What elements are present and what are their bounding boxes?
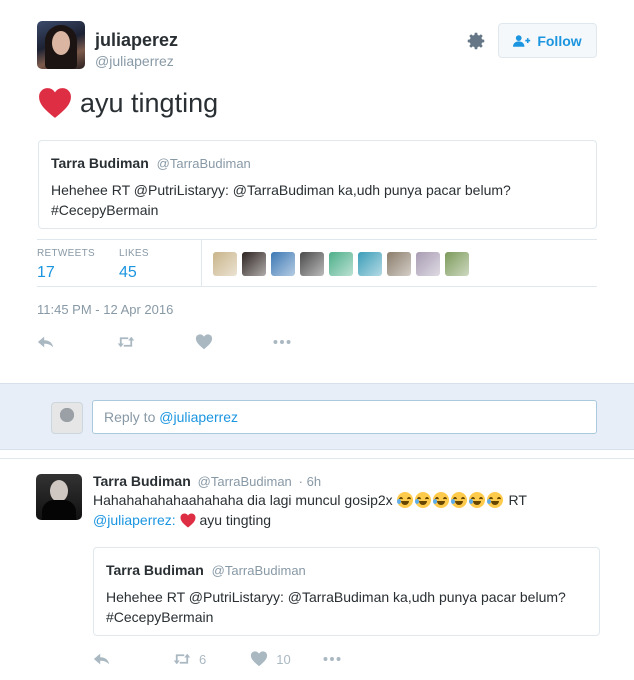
reply-text-start: Hahahahahahaahahaha dia lagi muncul gosi…: [93, 492, 393, 508]
likes-count: 45: [119, 264, 137, 281]
tweet-text: ayu tingting: [38, 87, 218, 119]
tweet-stats: RETWEETS 17 LIKES 45: [37, 239, 597, 287]
laughing-tears-emoji-icon: [396, 492, 413, 508]
reply-button[interactable]: [93, 650, 111, 668]
laughing-tears-emoji-icon: [432, 492, 449, 508]
tweet-actions: [37, 333, 291, 351]
more-button[interactable]: [323, 650, 341, 668]
heart-icon: [195, 334, 213, 350]
more-button[interactable]: [273, 333, 291, 351]
follow-label: Follow: [537, 32, 582, 49]
heart-emoji-icon: [39, 88, 71, 118]
reply-author-name[interactable]: Tarra Budiman: [93, 473, 191, 489]
liker-avatar[interactable]: [445, 252, 469, 276]
expanded-tweet: juliaperez @juliaperrez Follow ayu tingt…: [0, 0, 634, 383]
quoted-author-username: @TarraBudiman: [156, 156, 251, 171]
heart-emoji-icon: [180, 513, 196, 528]
quoted-author-name: Tarra Budiman: [106, 562, 204, 578]
retweet-icon: [173, 653, 191, 665]
current-user-avatar: [51, 402, 83, 434]
heart-icon: [251, 651, 268, 667]
more-dots-icon: [273, 340, 291, 344]
profile-fullname[interactable]: juliaperez: [95, 30, 178, 51]
quoted-author-username: @TarraBudiman: [211, 563, 306, 578]
reply-input[interactable]: Reply to @juliaperrez: [92, 400, 597, 434]
tweet-timestamp[interactable]: 11:45 PM - 12 Apr 2016: [37, 302, 173, 317]
reply-tweet-text: Hahahahahahaahahaha dia lagi muncul gosi…: [93, 490, 603, 530]
reply-icon: [37, 336, 54, 348]
retweets-label: RETWEETS: [37, 248, 95, 259]
reply-placeholder-mention: @juliaperrez: [159, 409, 239, 425]
laughing-tears-emoji-icon: [450, 492, 467, 508]
liker-avatar[interactable]: [213, 252, 237, 276]
liker-avatar[interactable]: [358, 252, 382, 276]
reply-tweet-time[interactable]: · 6h: [299, 474, 321, 489]
quoted-tweet[interactable]: Tarra Budiman @TarraBudiman Hehehee RT @…: [93, 547, 600, 636]
more-dots-icon: [323, 657, 341, 661]
laughing-tears-emoji-icon: [414, 492, 431, 508]
retweets-count: 17: [37, 264, 55, 281]
tweet-text-content: ayu tingting: [80, 87, 219, 118]
liker-avatar[interactable]: [300, 252, 324, 276]
quoted-tweet-text: Hehehee RT @PutriListaryy: @TarraBudiman…: [51, 182, 511, 218]
quoted-tweet-text: Hehehee RT @PutriListaryy: @TarraBudiman…: [106, 589, 566, 625]
avatar[interactable]: [36, 474, 82, 520]
likes-label: LIKES: [119, 248, 149, 259]
liker-avatar[interactable]: [416, 252, 440, 276]
liker-avatar[interactable]: [242, 252, 266, 276]
reply-tweet[interactable]: Tarra Budiman @TarraBudiman · 6h Hahahah…: [0, 458, 634, 680]
gear-icon[interactable]: [465, 30, 487, 52]
avatar[interactable]: [37, 21, 85, 69]
reply-icon: [93, 653, 110, 665]
retweet-count: 6: [199, 651, 207, 667]
retweet-button[interactable]: 6: [173, 650, 206, 668]
retweet-icon: [117, 336, 135, 348]
reply-tweet-actions: 6 10: [93, 650, 341, 668]
retweets-stat[interactable]: RETWEETS 17: [37, 248, 95, 282]
profile-username[interactable]: @juliaperrez: [95, 53, 174, 69]
liker-avatar[interactable]: [387, 252, 411, 276]
likes-stat[interactable]: LIKES 45: [119, 248, 149, 282]
laughing-tears-emoji-icon: [468, 492, 485, 508]
follow-button[interactable]: Follow: [498, 23, 597, 58]
reply-author-username[interactable]: @TarraBudiman: [198, 474, 292, 489]
like-button[interactable]: 10: [250, 650, 291, 668]
reply-placeholder-prefix: Reply to: [104, 409, 160, 425]
retweet-button[interactable]: [117, 333, 135, 351]
add-user-icon: [513, 34, 531, 47]
laughing-tears-emoji-icon: [486, 492, 503, 508]
stats-divider: [201, 240, 202, 286]
like-button[interactable]: [195, 333, 213, 351]
quoted-author-name: Tarra Budiman: [51, 155, 149, 171]
likers-avatars: [213, 252, 469, 276]
reply-tweet-header: Tarra Budiman @TarraBudiman · 6h: [93, 473, 321, 489]
quoted-tweet[interactable]: Tarra Budiman @TarraBudiman Hehehee RT @…: [38, 140, 597, 229]
reply-text-rt: RT: [508, 492, 527, 508]
laughing-emoji-group: [396, 492, 505, 508]
liker-avatar[interactable]: [271, 252, 295, 276]
reply-button[interactable]: [37, 333, 55, 351]
reply-text-end: ayu tingting: [199, 512, 272, 528]
reply-mention-link[interactable]: @juliaperrez:: [93, 512, 176, 528]
like-count: 10: [276, 651, 291, 667]
liker-avatar[interactable]: [329, 252, 353, 276]
reply-box: Reply to @juliaperrez: [0, 383, 634, 450]
